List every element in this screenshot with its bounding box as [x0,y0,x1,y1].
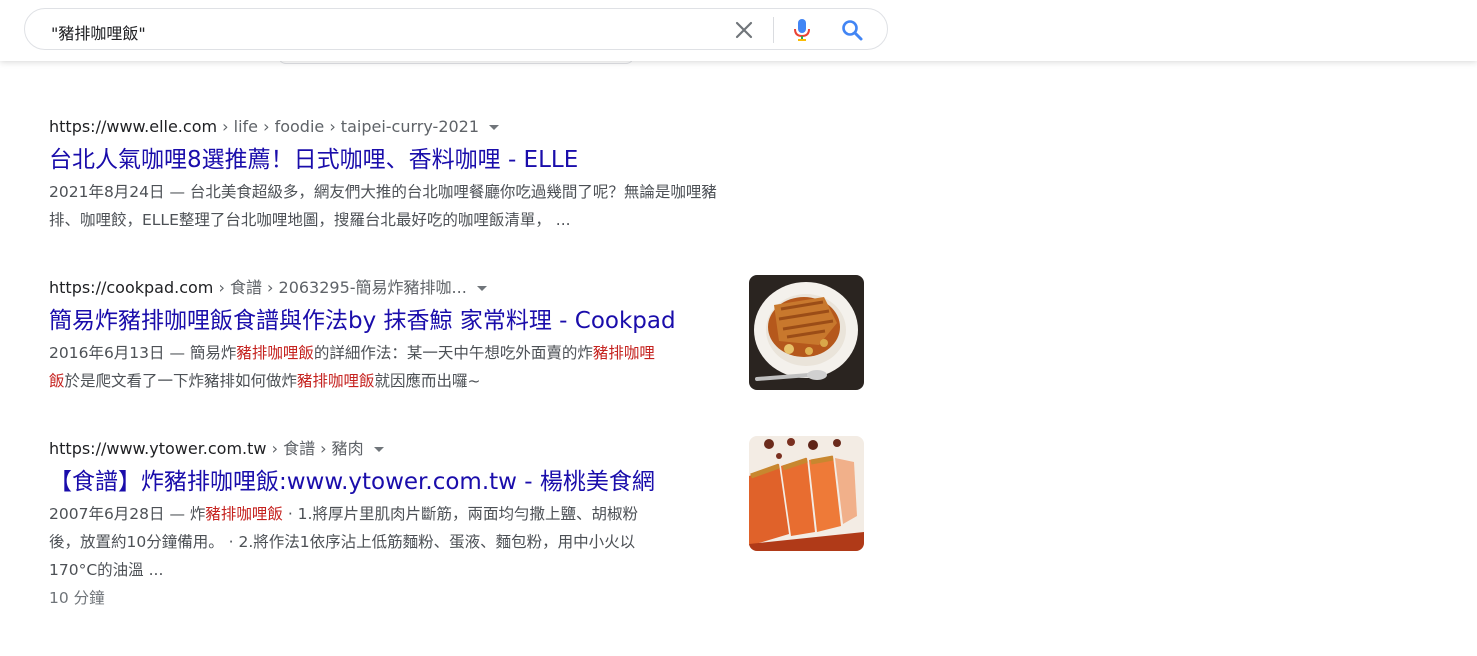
snippet-highlight: 豬排咖哩飯 [236,344,314,362]
result-snippet: 2021年8月24日 — 台北美食超級多，網友們大推的台北咖哩餐廳你吃過幾間了呢… [49,178,809,234]
result-menu-icon[interactable] [373,447,384,452]
search-icon[interactable] [840,18,864,42]
result-breadcrumb: › life › foodie › taipei-curry-2021 [217,117,480,136]
result-title-link[interactable]: 簡易炸豬排咖哩飯食譜與作法by 抹香鯨 家常料理 - Cookpad [49,306,739,336]
result-url[interactable]: https://www.elle.com › life › foodie › t… [49,116,809,138]
pork-cutlet-curry-plate-icon [749,275,864,390]
result-domain: https://cookpad.com [49,278,214,297]
snippet-text: 就因應而出囉~ [374,372,481,390]
result-domain: https://www.elle.com [49,117,218,136]
snippet-line: 後，放置約10分鐘備用。 · 2.將作法1依序沾上低筋麵粉、蛋液、麵包粉，用中小… [49,533,636,551]
snippet-line: 170°C的油溫 ... [49,561,164,579]
snippet-text: 的詳細作法：某一天中午想吃外面賣的炸 [313,344,593,362]
search-result: https://www.elle.com › life › foodie › t… [49,116,809,234]
result-title-link[interactable]: 台北人氣咖哩8選推薦！日式咖哩、香料咖哩 - ELLE [49,145,809,175]
snippet-highlight: 豬排咖哩飯 [205,505,283,523]
snippet-text: 2007年6月28日 — 炸 [49,505,206,523]
search-query[interactable]: "豬排咖哩飯" [51,20,146,44]
snippet-line: 2021年8月24日 — 台北美食超級多，網友們大推的台北咖哩餐廳你吃過幾間了呢… [49,183,717,201]
snippet-text: 2016年6月13日 — 簡易炸 [49,344,237,362]
result-breadcrumb: › 食譜 › 豬肉 [266,439,364,458]
microphone-icon[interactable] [790,17,814,43]
result-domain: https://www.ytower.com.tw [49,439,267,458]
snippet-text: · 1.將厚片里肌肉片斷筋，兩面均勻撒上鹽、胡椒粉 [282,505,638,523]
search-box[interactable]: "豬排咖哩飯" [24,8,888,50]
snippet-text: 於是爬文看了一下炸豬排如何做炸 [64,372,298,390]
cook-time: 10 分鐘 [49,589,105,607]
snippet-highlight: 豬排咖哩飯 [297,372,375,390]
snippet-line: 排、咖哩餃，ELLE整理了台北咖哩地圖，搜羅台北最好吃的咖哩飯清單， ... [49,211,571,229]
result-snippet: 2007年6月28日 — 炸豬排咖哩飯 · 1.將厚片里肌肉片斷筋，兩面均勻撒上… [49,500,739,584]
result-snippet: 2016年6月13日 — 簡易炸豬排咖哩飯的詳細作法：某一天中午想吃外面賣的炸豬… [49,339,739,395]
result-thumbnail[interactable] [749,275,864,390]
search-result: https://www.ytower.com.tw › 食譜 › 豬肉 【食譜】… [49,438,739,612]
fried-pork-cutlet-icon [749,436,864,551]
result-menu-icon[interactable] [476,286,487,291]
divider [773,17,774,43]
result-url[interactable]: https://www.ytower.com.tw › 食譜 › 豬肉 [49,438,739,460]
result-title-link[interactable]: 【食譜】炸豬排咖哩飯:www.ytower.com.tw - 楊桃美食網 [49,467,739,497]
clear-icon[interactable] [733,19,755,41]
snippet-highlight: 豬排咖哩 [592,344,655,362]
snippet-highlight: 飯 [49,372,65,390]
search-header: "豬排咖哩飯" [0,0,1477,61]
result-menu-icon[interactable] [489,125,500,130]
result-url[interactable]: https://cookpad.com › 食譜 › 2063295-簡易炸豬排… [49,277,739,299]
search-result: https://cookpad.com › 食譜 › 2063295-簡易炸豬排… [49,277,739,395]
result-thumbnail[interactable] [749,436,864,551]
result-breadcrumb: › 食譜 › 2063295-簡易炸豬排咖... [213,278,467,297]
